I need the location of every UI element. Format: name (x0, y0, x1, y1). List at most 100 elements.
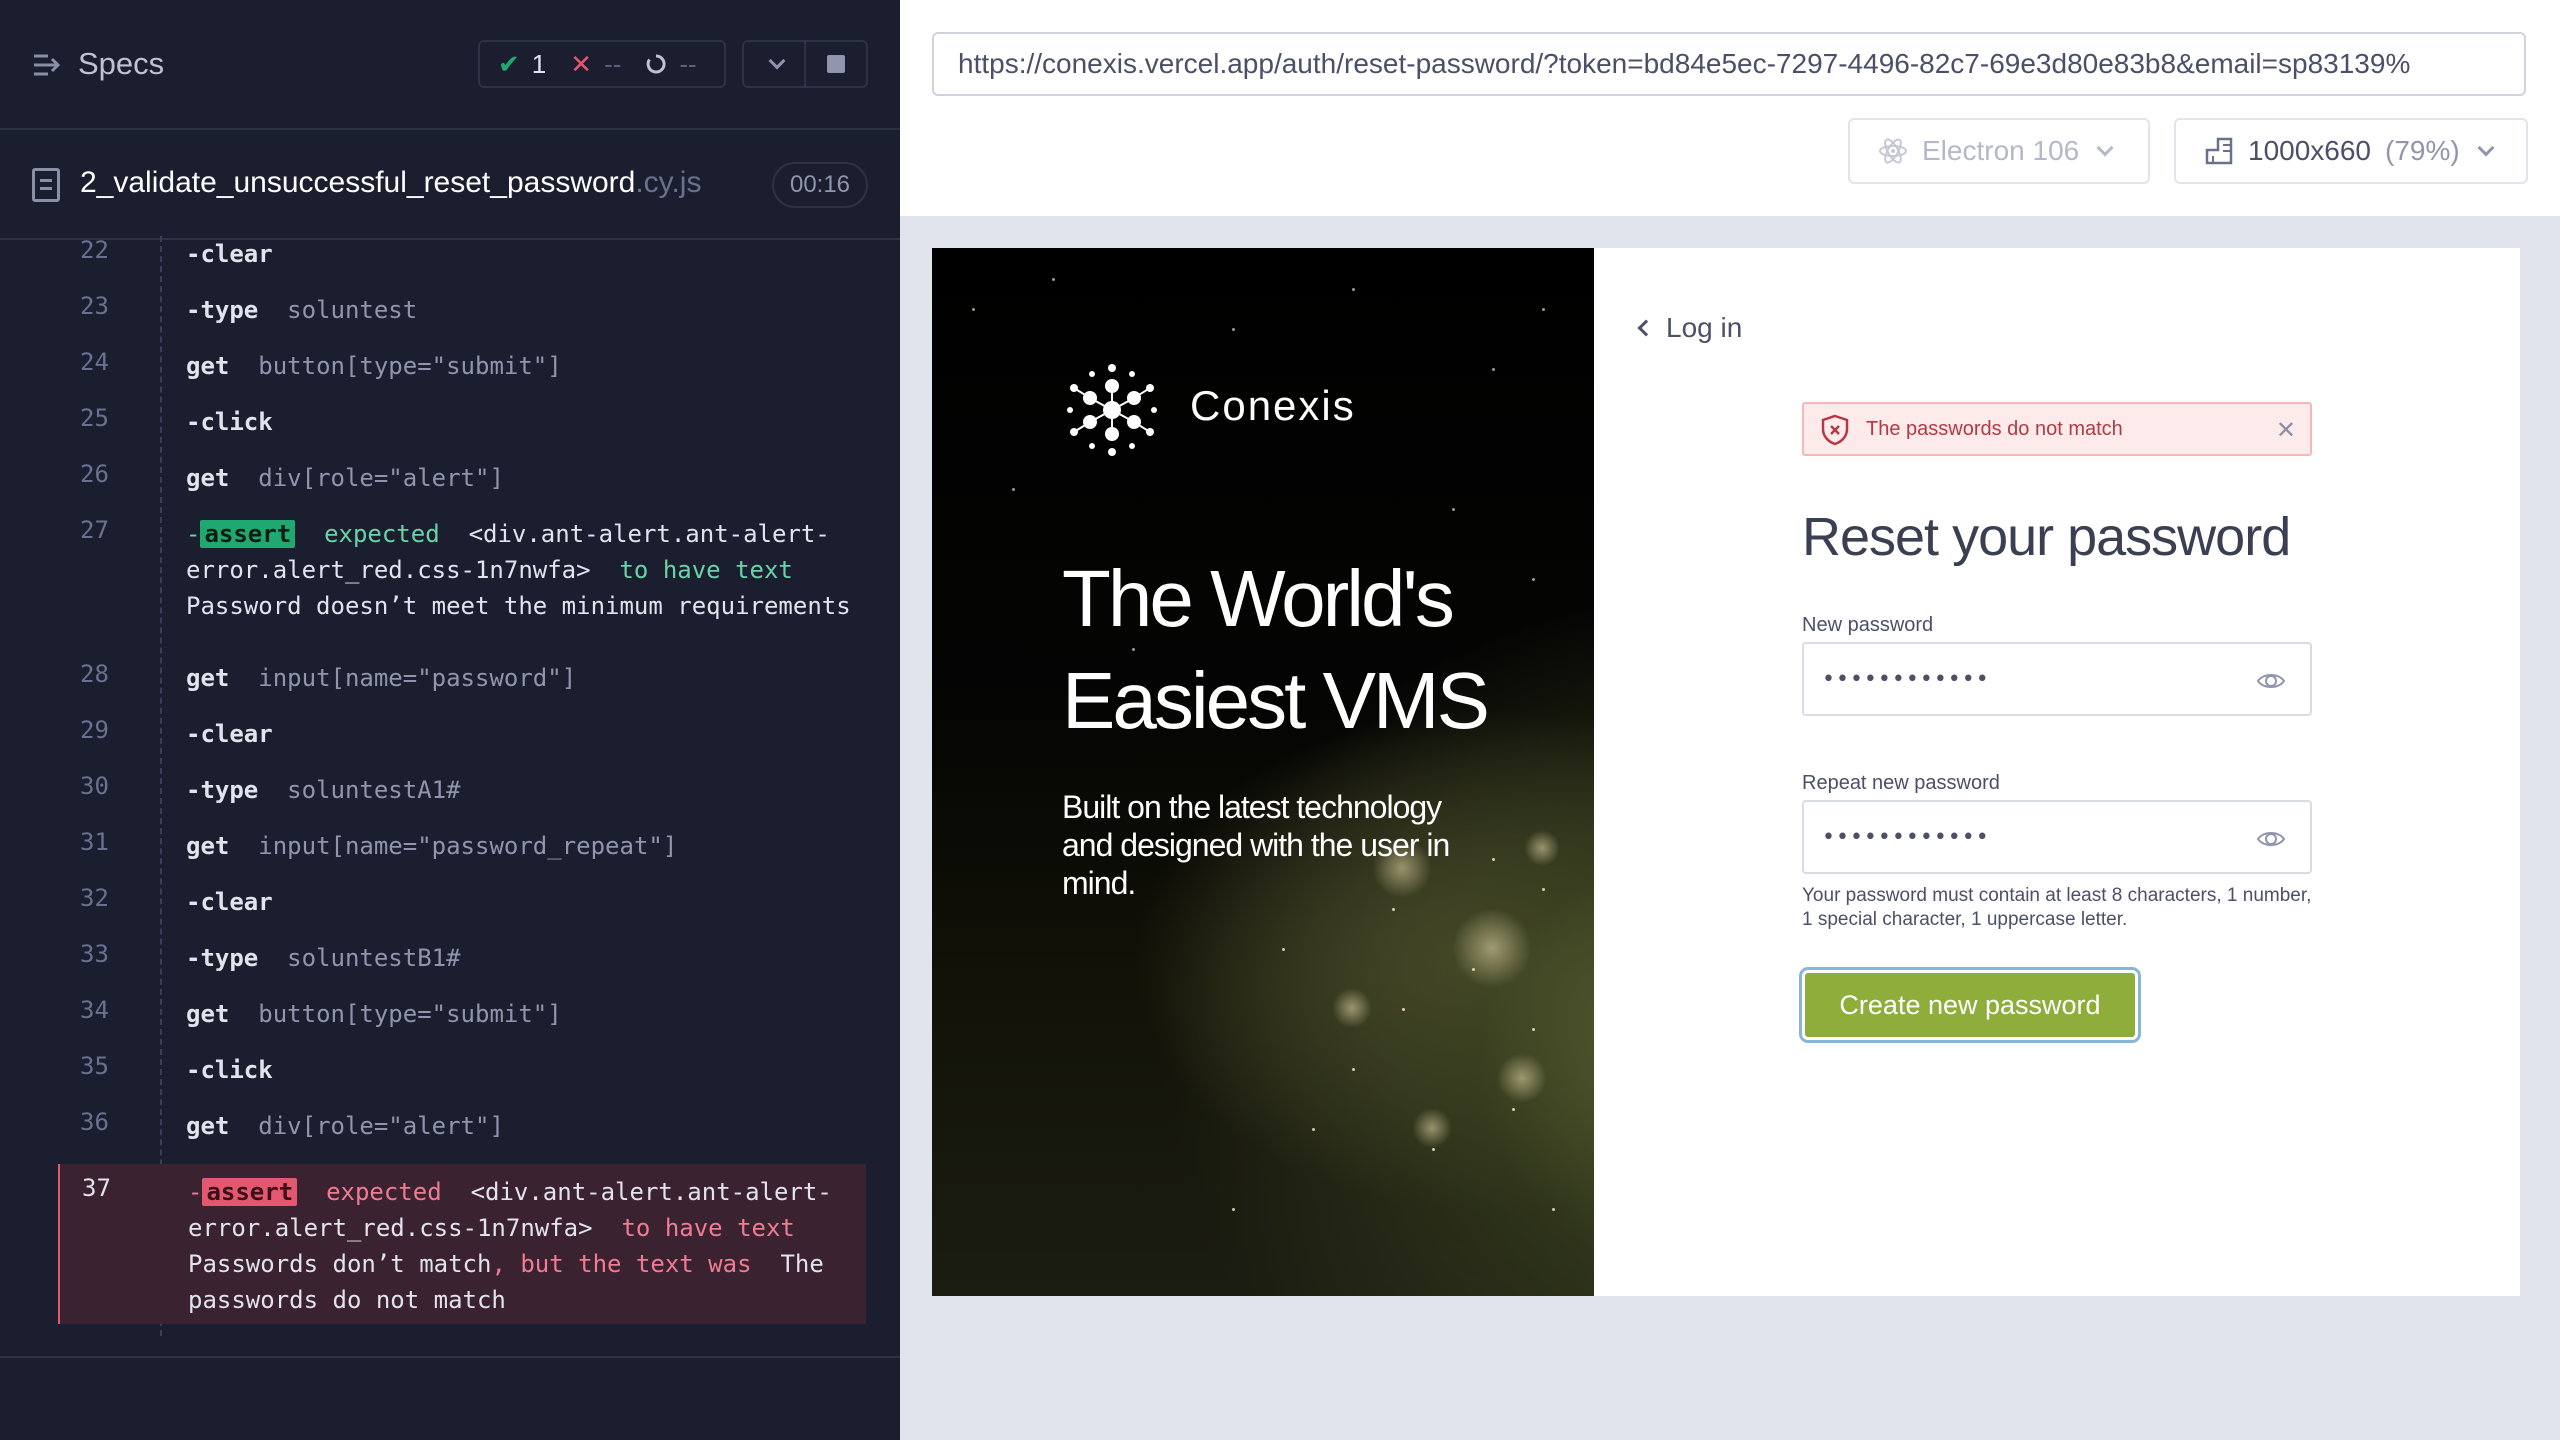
light-dot (1352, 1068, 1355, 1071)
create-password-button[interactable]: Create new password (1799, 967, 2141, 1043)
new-password-label: New password (1802, 614, 1934, 636)
assert-text: Password doesn’t meet the minimum requir… (186, 592, 851, 620)
spec-duration: 00:16 (772, 162, 868, 208)
command-name: -click (186, 408, 273, 436)
command-name: get (186, 832, 230, 860)
failed-count: -- (604, 48, 622, 79)
specs-label[interactable]: Specs (78, 46, 164, 82)
light-dot (1282, 948, 1285, 951)
command-line-number: 26 (80, 460, 109, 488)
hero-panel: Conexis The World's Easiest VMS Built on… (932, 248, 1594, 1296)
light-dot (1232, 1208, 1235, 1211)
command-message: button[type="submit"] (258, 1000, 562, 1028)
light-dot (1012, 488, 1015, 491)
document-icon (32, 168, 60, 202)
light-dot (1542, 308, 1545, 311)
light-dot (1512, 1108, 1515, 1111)
command-message: input[name="password"] (258, 664, 577, 692)
close-icon[interactable]: ✕ (2276, 416, 2296, 445)
back-to-login-link[interactable]: Log in (1637, 312, 1743, 344)
runner-header: Specs ✔ 1 ✕ -- -- (0, 0, 900, 130)
light-dot (1492, 858, 1495, 861)
city-glow (1452, 908, 1532, 988)
command-row[interactable]: 26 get div[role="alert"] (58, 460, 868, 516)
alert-message: The passwords do not match (1866, 417, 2123, 440)
passed-count: 1 (531, 48, 547, 79)
command-log: 22 -clear 23 -type soluntest 24 get button[t… (58, 236, 868, 1336)
aut-toolbar: https://conexis.vercel.app/auth/reset-pa… (900, 0, 2560, 216)
chevron-down-icon (2477, 139, 2495, 157)
assert-expected: expected (326, 1178, 442, 1206)
pending-stat: -- (645, 49, 697, 80)
command-name: get (186, 664, 230, 692)
collapse-button[interactable] (744, 42, 804, 86)
error-alert: The passwords do not match ✕ (1802, 402, 2312, 456)
command-line-number: 22 (80, 236, 109, 264)
passed-stat: ✔ 1 (498, 49, 546, 80)
brand-name: Conexis (1190, 382, 1356, 429)
command-name: get (186, 352, 230, 380)
command-line-number: 30 (80, 772, 109, 800)
spec-file-name: 2_validate_unsuccessful_reset_password.c… (80, 166, 701, 200)
spec-file-row[interactable]: 2_validate_unsuccessful_reset_password.c… (0, 130, 900, 240)
command-line-number: 37 (82, 1174, 111, 1202)
command-row[interactable]: 28 get input[name="password"] (58, 660, 868, 716)
assert-badge: assert (202, 1178, 298, 1206)
eye-icon[interactable] (2256, 666, 2286, 696)
electron-icon (1879, 138, 1907, 164)
page-title: Reset your password (1802, 507, 2291, 567)
eye-icon[interactable] (2256, 824, 2286, 854)
light-dot (1542, 888, 1545, 891)
repeat-password-input[interactable]: •••••••••••• (1802, 800, 2312, 874)
command-message: button[type="submit"] (258, 352, 562, 380)
conexis-logo-icon (1067, 364, 1157, 456)
light-dot (1232, 328, 1235, 331)
command-message: soluntest (287, 296, 418, 324)
url-bar[interactable]: https://conexis.vercel.app/auth/reset-pa… (932, 32, 2526, 96)
command-row[interactable]: 27- assert expected <div.ant-alert.ant-al… (58, 516, 868, 660)
assert-text: Passwords don’t match (188, 1250, 492, 1278)
command-row[interactable]: 24 get button[type="submit"] (58, 348, 868, 404)
back-link-label: Log in (1666, 312, 1743, 343)
command-message: soluntestB1# (287, 944, 461, 972)
stop-button[interactable] (804, 42, 866, 86)
app-under-test: https://conexis.vercel.app/auth/reset-pa… (900, 0, 2560, 1440)
command-name: get (186, 1000, 230, 1028)
command-line-number: 34 (80, 996, 109, 1024)
viewport-selector[interactable]: 1000x660 (79%) (2174, 118, 2528, 184)
specs-menu-icon[interactable] (32, 50, 62, 80)
command-line-number: 35 (80, 1052, 109, 1080)
command-row[interactable]: 29 -clear (58, 716, 868, 772)
command-row[interactable]: 36 get div[role="alert"] (58, 1108, 868, 1164)
command-line-number: 28 (80, 660, 109, 688)
command-row-failed[interactable]: 37- assert expected <div.ant-alert.ant-al… (58, 1164, 866, 1324)
command-message: input[name="password_repeat"] (258, 832, 678, 860)
command-row[interactable]: 31 get input[name="password_repeat"] (58, 828, 868, 884)
light-dot (1492, 368, 1495, 371)
command-row[interactable]: 30 -type soluntestA1# (58, 772, 868, 828)
new-password-input[interactable]: •••••••••••• (1802, 642, 2312, 716)
hero-subline: Built on the latest technology and desig… (1062, 789, 1450, 901)
light-dot (1532, 1028, 1535, 1031)
command-name: -click (186, 1056, 273, 1084)
command-row[interactable]: 35 -click (58, 1052, 868, 1108)
command-row[interactable]: 33 -type soluntestB1# (58, 940, 868, 996)
spec-file-ext: .cy.js (635, 166, 702, 199)
shield-error-icon (1821, 414, 1849, 446)
viewport-zoom: (79%) (2385, 135, 2460, 166)
command-row[interactable]: 32 -clear (58, 884, 868, 940)
repeat-password-label: Repeat new password (1802, 772, 2000, 794)
run-controls (742, 40, 868, 88)
command-row[interactable]: 25 -click (58, 404, 868, 460)
runner-footer-divider (0, 1356, 900, 1358)
command-row[interactable]: 22 -clear (58, 236, 868, 292)
light-dot (1452, 508, 1455, 511)
browser-label: Electron 106 (1922, 135, 2080, 166)
viewport-size: 1000x660 (2248, 135, 2372, 166)
command-line-number: 31 (80, 828, 109, 856)
command-row[interactable]: 34 get button[type="submit"] (58, 996, 868, 1052)
command-row[interactable]: 23 -type soluntest (58, 292, 868, 348)
command-name: -clear (186, 888, 273, 916)
light-dot (1312, 1128, 1315, 1131)
browser-selector[interactable]: Electron 106 (1848, 118, 2150, 184)
